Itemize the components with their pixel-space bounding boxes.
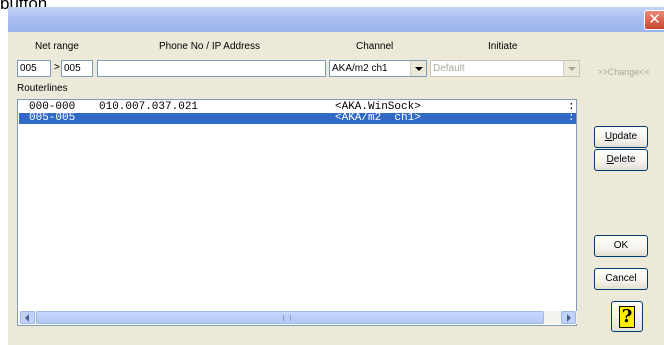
channel-label: Channel [356, 41, 394, 52]
phone-label: Phone No / IP Address [159, 41, 260, 52]
combo-arrow-icon[interactable] [410, 61, 426, 76]
title-bar: ✕ [8, 7, 664, 32]
row-range: 005-005 [29, 112, 76, 124]
net-from-input[interactable]: 005 [17, 60, 51, 77]
update-button[interactable]: Update [594, 126, 648, 148]
initiate-select-value: Default [433, 63, 465, 74]
net-to-input[interactable]: 005 [61, 60, 93, 77]
routerlines-label: Routerlines [17, 83, 68, 94]
help-icon: ? [619, 306, 635, 328]
router-dialog: ✕ Net range Phone No / IP Address Channe… [8, 7, 664, 345]
phone-input[interactable] [97, 60, 326, 77]
ok-button[interactable]: OK [594, 235, 648, 257]
row-address: 010.007.037.021 [99, 101, 199, 113]
scroll-left-icon[interactable] [20, 311, 35, 324]
row-flag: : [568, 112, 575, 124]
initiate-select[interactable]: Default [430, 60, 580, 77]
horizontal-scrollbar[interactable] [19, 311, 577, 324]
delete-button[interactable]: Delete [594, 149, 648, 171]
help-button[interactable]: ? [611, 301, 643, 332]
range-arrow: > [54, 62, 60, 73]
initiate-label: Initiate [488, 41, 518, 52]
scrollbar-grip [283, 315, 291, 321]
channel-select[interactable]: AKA/m2 ch1 [329, 60, 427, 77]
cancel-button[interactable]: Cancel [594, 268, 648, 290]
routerlines-list[interactable]: 000-000 010.007.037.021 <AKA.WinSock> : … [17, 99, 577, 326]
change-button[interactable]: >>Change<< [591, 61, 656, 83]
scroll-right-icon[interactable] [561, 311, 576, 324]
combo-arrow-icon[interactable] [563, 61, 579, 76]
net-range-label: Net range [35, 41, 79, 52]
close-icon: ✕ [648, 10, 661, 28]
row-channel: <AKA/m2 ch1> [335, 112, 421, 124]
channel-select-value: AKA/m2 ch1 [332, 63, 388, 74]
close-button[interactable]: ✕ [644, 10, 664, 30]
list-item[interactable]: 000-000 010.007.037.021 <AKA.WinSock> : [19, 102, 576, 113]
scrollbar-thumb[interactable] [36, 311, 544, 324]
list-item[interactable]: 005-005 <AKA/m2 ch1> : [19, 113, 576, 124]
